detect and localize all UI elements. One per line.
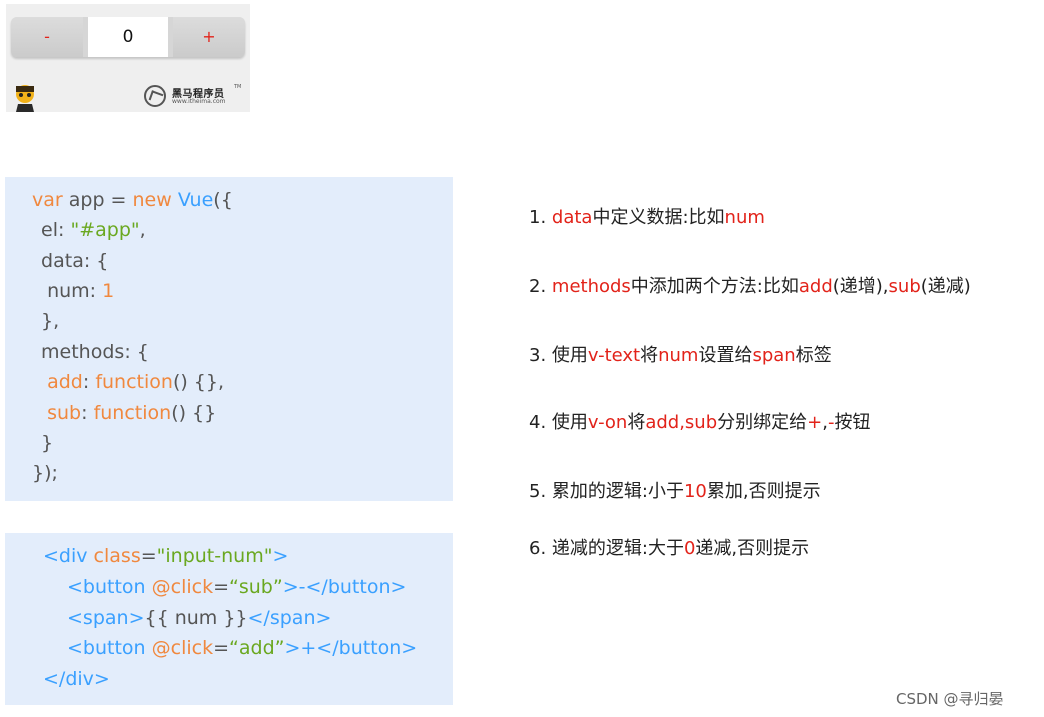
code-line: });: [32, 462, 58, 484]
code-line: <button @click=“add”>+</button>: [67, 637, 418, 659]
code-line: num: 1: [35, 280, 115, 302]
code-line: <span>{{ num }}</span>: [67, 607, 332, 629]
step-1: 1. data中定义数据:比如num: [529, 207, 765, 228]
counter-demo: - 0 + 黑马程序员 www.itheima.com TM: [6, 4, 250, 112]
code-line: sub: function() {}: [47, 402, 217, 424]
code-line: methods: {: [35, 341, 149, 363]
code-line: }: [35, 432, 54, 454]
vue-instance-code: var app = new Vue({ el: "#app", data: { …: [5, 177, 453, 501]
code-line: data: {: [35, 250, 109, 272]
counter-value: 0: [88, 17, 168, 57]
code-line: <div class="input-num">: [43, 545, 289, 567]
logo-mark-icon: [144, 85, 166, 107]
logo-tm: TM: [234, 84, 242, 90]
step-5: 5. 累加的逻辑:小于10累加,否则提示: [529, 481, 821, 502]
code-line: var app = new Vue({: [32, 189, 233, 211]
code-line: </div>: [43, 668, 110, 690]
logo-url: www.itheima.com: [172, 98, 226, 105]
number-stepper: - 0 +: [11, 17, 245, 57]
watermark-credit: CSDN @寻归晏: [896, 690, 1004, 708]
step-3: 3. 使用v-text将num设置给span标签: [529, 345, 832, 366]
increment-button[interactable]: +: [173, 17, 245, 57]
code-line: el: "#app",: [35, 219, 146, 241]
code-line: <button @click=“sub”>-</button>: [67, 576, 407, 598]
mascot-icon: [16, 85, 34, 112]
template-code: <div class="input-num"> <button @click=“…: [5, 533, 453, 705]
code-line: add: function() {},: [47, 371, 225, 393]
step-6: 6. 递减的逻辑:大于0递减,否则提示: [529, 538, 810, 559]
step-4: 4. 使用v-on将add,sub分别绑定给+,-按钮: [529, 412, 871, 433]
itheima-logo: 黑马程序员 www.itheima.com TM: [142, 82, 246, 110]
decrement-button[interactable]: -: [11, 17, 83, 57]
code-line: },: [35, 310, 60, 332]
step-2: 2. methods中添加两个方法:比如add(递增),sub(递减): [529, 276, 971, 297]
